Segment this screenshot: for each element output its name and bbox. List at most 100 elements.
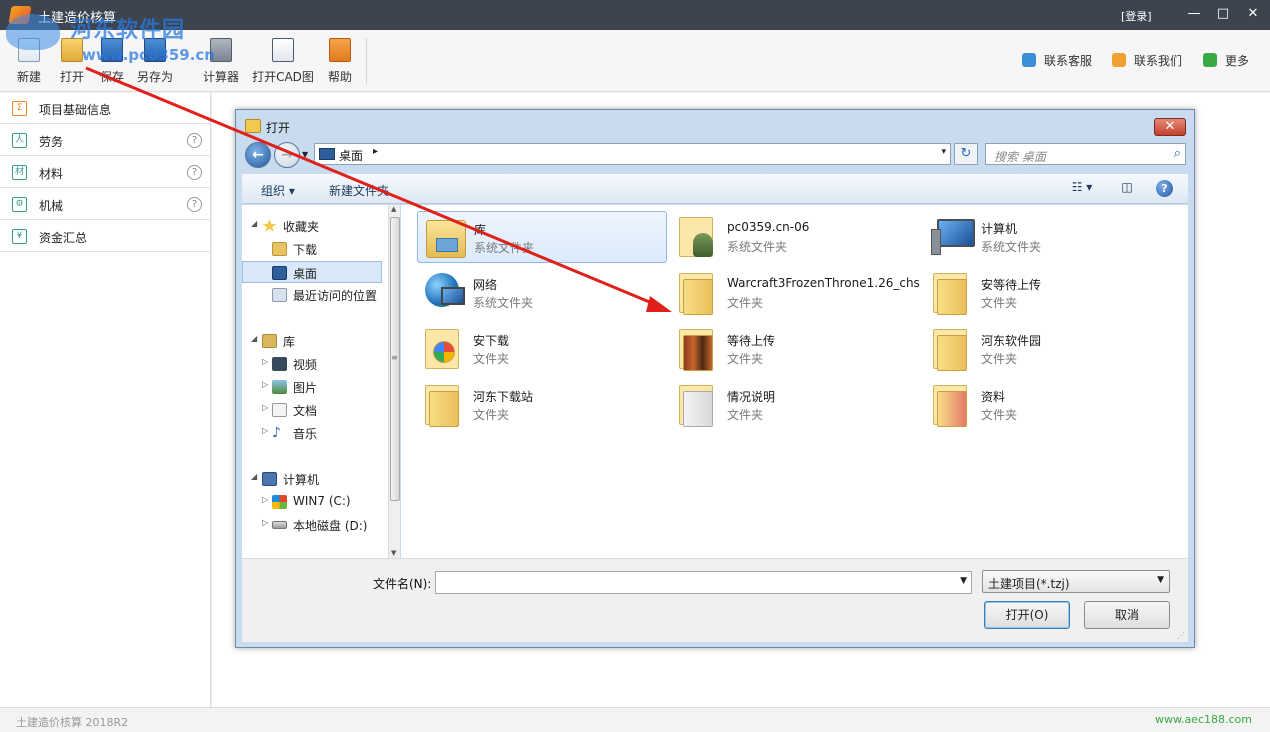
refresh-button[interactable]: ↻ — [954, 143, 978, 165]
tree-computer[interactable]: ◢ 计算机 — [242, 468, 382, 490]
new-button[interactable]: 新建 — [12, 38, 46, 88]
collapse-arrow-icon[interactable]: ◢ — [251, 334, 257, 343]
sidebar-item-labor[interactable]: 人 劳务 ? — [0, 125, 210, 156]
computer-icon — [931, 215, 975, 259]
save-as-button[interactable]: 另存为 — [134, 38, 176, 88]
sidebar-item-funds-summary[interactable]: ¥ 资金汇总 — [0, 221, 210, 252]
file-name: 安等待上传 — [981, 278, 1042, 292]
file-name: 情况说明 — [727, 390, 776, 404]
file-name: 库 — [474, 223, 487, 237]
help-circle-icon[interactable]: ? — [187, 133, 202, 148]
sidebar-item-machinery[interactable]: ⚙ 机械 ? — [0, 189, 210, 220]
organize-menu[interactable]: 组织 ▾ — [261, 182, 295, 199]
website-link[interactable]: www.aec188.com — [1155, 713, 1252, 726]
file-type: 文件夹 — [981, 296, 1018, 310]
address-location[interactable]: 桌面 — [339, 147, 363, 164]
filename-dropdown-icon[interactable]: ▼ — [960, 576, 967, 586]
new-folder-button[interactable]: 新建文件夹 — [329, 182, 389, 199]
dialog-close-button[interactable]: ✕ — [1154, 118, 1186, 136]
tree-recent-places[interactable]: 最近访问的位置 — [242, 284, 388, 306]
help-circle-icon[interactable]: ? — [187, 165, 202, 180]
cancel-button[interactable]: 取消 — [1084, 601, 1170, 629]
help-circle-icon[interactable]: ? — [187, 197, 202, 212]
tree-favorites[interactable]: ◢ 收藏夹 — [242, 215, 382, 237]
forward-button[interactable]: → — [274, 142, 300, 168]
sidebar-item-materials[interactable]: 材 材料 ? — [0, 157, 210, 188]
search-input[interactable]: 搜索 桌面 ⌕ — [985, 143, 1186, 165]
file-type-value: 土建项目(*.tzj) — [988, 577, 1070, 591]
open-cad-button[interactable]: 打开CAD图 — [252, 38, 314, 88]
tree-label: 收藏夹 — [283, 220, 320, 234]
breadcrumb-arrow-icon[interactable]: ▸ — [373, 146, 378, 157]
file-type: 文件夹 — [473, 352, 510, 366]
contact-us-link[interactable]: 联系我们 — [1112, 52, 1182, 69]
expand-arrow-icon[interactable]: ▷ — [262, 357, 268, 366]
more-link[interactable]: 更多 — [1203, 52, 1249, 69]
open-file-button[interactable]: 打开(O) — [984, 601, 1070, 629]
view-options-icon[interactable]: ☷ ▾ — [1064, 180, 1100, 196]
file-item-an-upload[interactable]: 安等待上传 文件夹 — [925, 267, 1175, 319]
resize-grip-icon[interactable]: ⋰ — [1177, 631, 1185, 640]
scroll-up-icon[interactable]: ▲ — [391, 205, 396, 213]
close-button[interactable]: ✕ — [1241, 4, 1265, 24]
save-as-icon — [144, 38, 166, 62]
tree-documents[interactable]: ▷ 文档 — [242, 399, 382, 421]
dialog-title: 打开 — [266, 121, 291, 135]
desktop-icon — [272, 266, 287, 280]
expand-arrow-icon[interactable]: ▷ — [262, 518, 268, 527]
tree-drive-d[interactable]: ▷ 本地磁盘 (D:) — [242, 514, 382, 536]
minimize-button[interactable]: — — [1182, 4, 1206, 24]
maximize-button[interactable]: □ — [1211, 4, 1235, 24]
expand-arrow-icon[interactable]: ▷ — [262, 403, 268, 412]
file-item-warcraft[interactable]: Warcraft3FrozenThrone1.26_chs 文件夹 — [671, 267, 931, 319]
file-item-network[interactable]: 网络 系统文件夹 — [417, 267, 667, 319]
folder-icon — [931, 327, 973, 371]
file-item-materials[interactable]: 资料 文件夹 — [925, 379, 1175, 431]
file-item-an-download[interactable]: 安下载 文件夹 — [417, 323, 667, 375]
expand-arrow-icon[interactable]: ▷ — [262, 495, 268, 504]
tree-videos[interactable]: ▷ 视频 — [242, 353, 382, 375]
file-item-situation[interactable]: 情况说明 文件夹 — [671, 379, 921, 431]
file-type-select[interactable]: 土建项目(*.tzj) ▼ — [982, 570, 1170, 593]
file-item-hedong-soft[interactable]: 河东软件园 文件夹 — [925, 323, 1175, 375]
history-dropdown-icon[interactable]: ▼ — [302, 150, 308, 159]
file-item-waiting-upload[interactable]: 等待上传 文件夹 — [671, 323, 921, 375]
more-icon — [1203, 53, 1217, 67]
address-bar[interactable]: 桌面 ▸ ▾ — [314, 143, 951, 165]
tree-pictures[interactable]: ▷ 图片 — [242, 376, 382, 398]
scroll-down-icon[interactable]: ▼ — [391, 549, 396, 557]
tree-desktop[interactable]: 桌面 — [242, 261, 382, 283]
customer-service-link[interactable]: 联系客服 — [1022, 52, 1092, 69]
windows-drive-icon — [272, 495, 287, 509]
tree-label: 计算机 — [283, 473, 320, 487]
back-button[interactable]: ← — [245, 142, 271, 168]
sidebar-item-project-info[interactable]: Σ 项目基础信息 — [0, 93, 210, 124]
tree-libraries[interactable]: ◢ 库 — [242, 330, 382, 352]
dialog-help-icon[interactable]: ? — [1156, 180, 1173, 197]
expand-arrow-icon[interactable]: ▷ — [262, 426, 268, 435]
open-button[interactable]: 打开 — [56, 38, 88, 88]
search-icon[interactable]: ⌕ — [1174, 146, 1181, 161]
save-button[interactable]: 保存 — [96, 38, 128, 88]
collapse-arrow-icon[interactable]: ◢ — [251, 472, 257, 481]
navigation-scrollbar[interactable]: ▲ ≡ ▼ — [388, 205, 400, 558]
address-dropdown-icon[interactable]: ▾ — [941, 147, 946, 157]
file-item-user[interactable]: pc0359.cn-06 系统文件夹 — [671, 211, 921, 263]
preview-pane-icon[interactable]: ◫ — [1118, 180, 1136, 196]
app-logo-icon — [8, 6, 32, 24]
filename-input[interactable]: ▼ — [435, 571, 972, 594]
file-item-hedong-download[interactable]: 河东下载站 文件夹 — [417, 379, 667, 431]
tree-drive-c[interactable]: ▷ WIN7 (C:) — [242, 491, 382, 513]
tree-downloads[interactable]: 下载 — [242, 238, 382, 260]
collapse-arrow-icon[interactable]: ◢ — [251, 219, 257, 228]
file-item-library[interactable]: 库 系统文件夹 — [417, 211, 667, 263]
customer-service-icon — [1022, 53, 1036, 67]
folder-icon — [931, 271, 973, 315]
calculator-button[interactable]: 计算器 — [199, 38, 243, 88]
tree-music[interactable]: ▷ ♪ 音乐 — [242, 422, 382, 444]
login-link[interactable]: [登录] — [1121, 8, 1152, 24]
expand-arrow-icon[interactable]: ▷ — [262, 380, 268, 389]
file-item-computer[interactable]: 计算机 系统文件夹 — [925, 211, 1175, 263]
file-type-dropdown-icon[interactable]: ▼ — [1157, 575, 1164, 585]
help-button[interactable]: 帮助 — [324, 38, 356, 88]
